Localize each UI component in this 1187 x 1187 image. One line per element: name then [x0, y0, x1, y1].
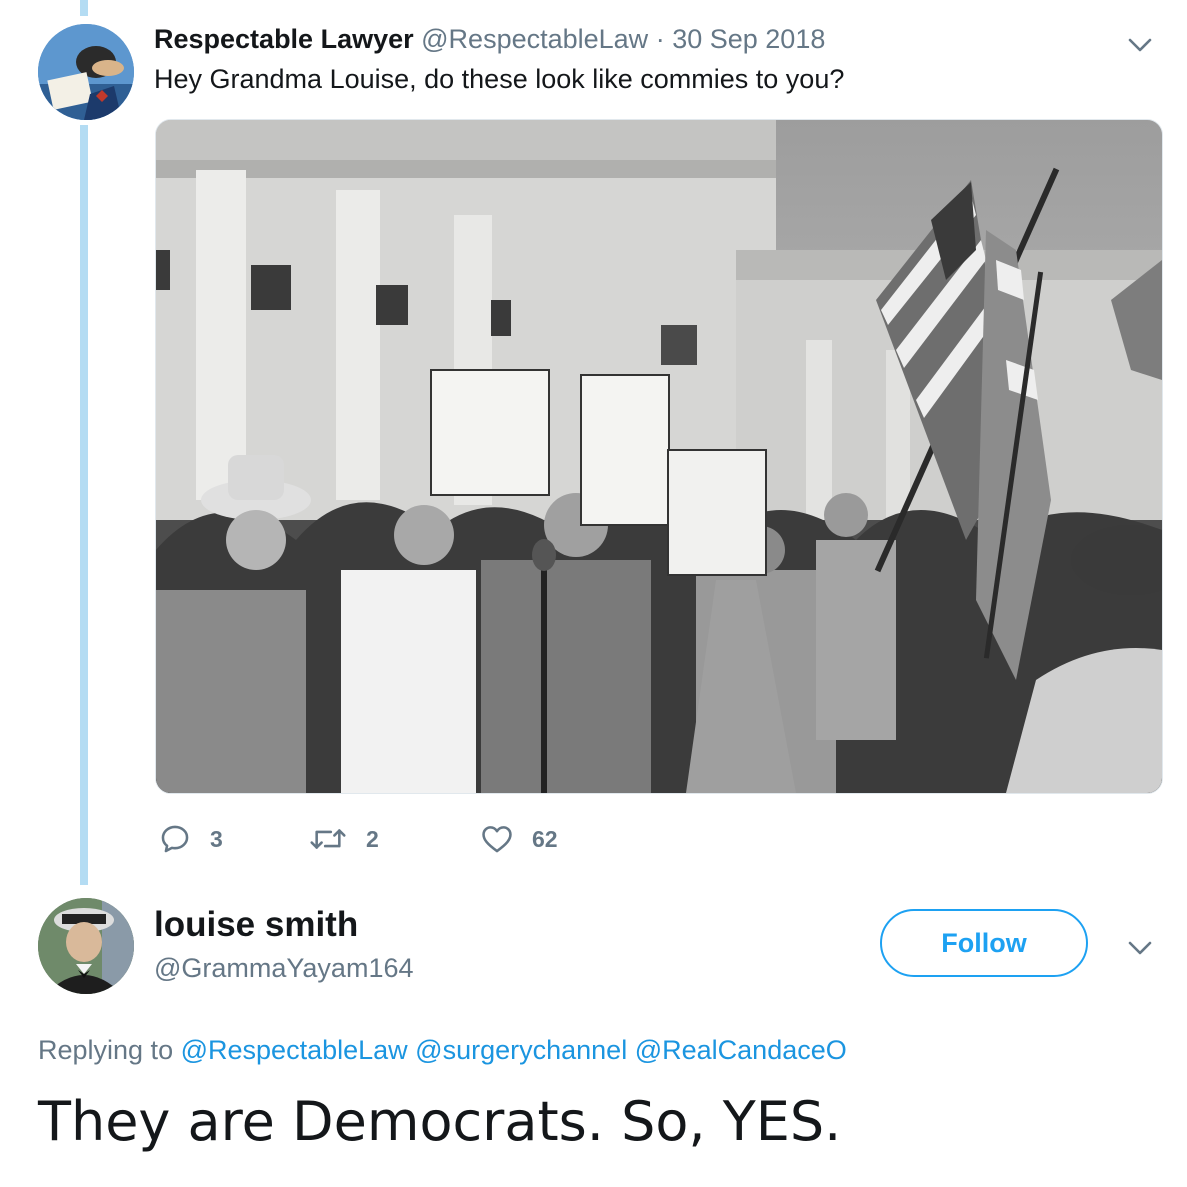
tweet-text: Hey Grandma Louise, do these look like c…	[154, 64, 845, 94]
retweet-icon	[310, 829, 346, 849]
reply-text: They are Democrats. So, YES.	[38, 1090, 842, 1153]
reply-count: 3	[210, 825, 223, 852]
retweet-button[interactable]: 2	[308, 822, 379, 856]
author-name[interactable]: Respectable Lawyer	[154, 24, 414, 54]
chevron-down-icon	[1128, 38, 1152, 52]
reply-icon	[161, 825, 189, 853]
like-count: 62	[532, 825, 558, 852]
avatar[interactable]	[38, 24, 134, 120]
thread-line-top	[80, 0, 88, 16]
thread-line	[80, 125, 88, 885]
mention-link[interactable]: @surgerychannel	[415, 1035, 627, 1065]
mention-link[interactable]: @RealCandaceO	[635, 1035, 847, 1065]
follow-button[interactable]: Follow	[880, 909, 1088, 977]
chevron-down-icon	[1128, 941, 1152, 955]
header-separator: ·	[655, 24, 665, 54]
like-icon	[482, 826, 512, 853]
reply-button[interactable]: 3	[158, 822, 223, 856]
like-button[interactable]: 62	[480, 822, 558, 856]
retweet-count: 2	[366, 825, 379, 852]
author-handle[interactable]: @RespectableLaw	[421, 24, 648, 54]
reply-author-handle[interactable]: @GrammaYayam164	[154, 953, 414, 984]
avatar-image	[38, 24, 134, 120]
tweet-photo[interactable]	[155, 119, 1163, 794]
tweet-date[interactable]: 30 Sep 2018	[672, 24, 825, 54]
reply-menu-button[interactable]	[1125, 933, 1155, 968]
tweet-menu-button[interactable]	[1125, 30, 1155, 65]
mention-link[interactable]: @RespectableLaw	[181, 1035, 408, 1065]
tweet-header: Respectable Lawyer @RespectableLaw · 30 …	[154, 24, 825, 55]
reply-avatar[interactable]	[38, 898, 134, 994]
reply-author-name[interactable]: louise smith	[154, 905, 358, 945]
reply-avatar-image	[38, 898, 134, 994]
protest-photo	[156, 120, 1162, 793]
replying-to: Replying to @RespectableLaw @surgerychan…	[38, 1035, 847, 1066]
replying-prefix: Replying to	[38, 1035, 174, 1065]
